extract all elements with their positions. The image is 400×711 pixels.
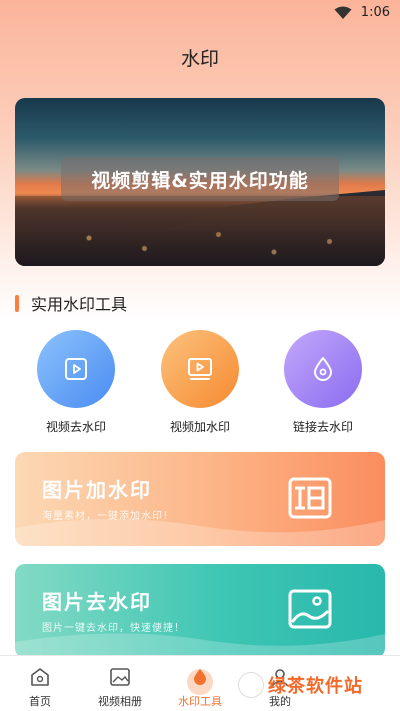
watermark-tool-icon [194, 669, 206, 685]
banner[interactable]: 视频剪辑&实用水印功能 [15, 98, 385, 266]
tool-link-remove-watermark[interactable]: 链接去水印 [268, 330, 378, 435]
home-icon [31, 668, 49, 686]
card-subtitle: 图片一键去水印，快速便捷！ [42, 623, 185, 634]
card-image-remove-watermark[interactable]: 图片去水印 图片一键去水印，快速便捷！ [15, 564, 385, 658]
tool-video-add-watermark[interactable]: 视频加水印 [145, 330, 255, 435]
tool-label: 视频加水印 [169, 420, 230, 434]
tab-label: 首页 [29, 695, 51, 708]
section-header: 实用水印工具 [15, 293, 128, 314]
tool-circle [284, 330, 362, 408]
video-play-icon [65, 358, 87, 380]
photo-album-icon [110, 668, 130, 686]
tab-photo-album[interactable]: 视频相册 [80, 656, 160, 711]
banner-city-lights [15, 196, 385, 266]
watermark-logo-icon [238, 672, 264, 698]
card-image-add-watermark[interactable]: 图片加水印 海量素材，一键添加水印！ [15, 452, 385, 546]
section-title: 实用水印工具 [31, 295, 128, 314]
banner-caption: 视频剪辑&实用水印功能 [61, 157, 339, 201]
tool-label: 视频去水印 [45, 420, 106, 434]
tool-circle [161, 330, 239, 408]
status-bar: 1:06 [0, 0, 400, 26]
tab-watermark-tool[interactable]: 水印工具 [160, 656, 240, 711]
stamp-icon [288, 477, 332, 519]
water-drop-icon [314, 357, 332, 381]
image-icon [288, 589, 332, 629]
tool-video-remove-watermark[interactable]: 视频去水印 [21, 330, 131, 435]
watermark-text: 绿茶软件站 [268, 676, 363, 697]
tool-label: 链接去水印 [292, 420, 353, 434]
tab-home[interactable]: 首页 [0, 656, 80, 711]
tool-circle [37, 330, 115, 408]
status-time: 1:06 [360, 5, 390, 20]
section-accent-bar [15, 294, 19, 312]
site-watermark-overlay: 绿茶软件站 [238, 662, 400, 708]
card-title: 图片去水印 [42, 590, 152, 614]
page-title: 水印 [180, 48, 219, 70]
tab-label: 水印工具 [178, 695, 222, 708]
card-title: 图片加水印 [42, 478, 152, 502]
wifi-icon [334, 6, 352, 19]
card-subtitle: 海量素材，一键添加水印！ [42, 511, 174, 522]
tab-label: 视频相册 [98, 695, 142, 708]
video-screen-icon [188, 358, 212, 380]
